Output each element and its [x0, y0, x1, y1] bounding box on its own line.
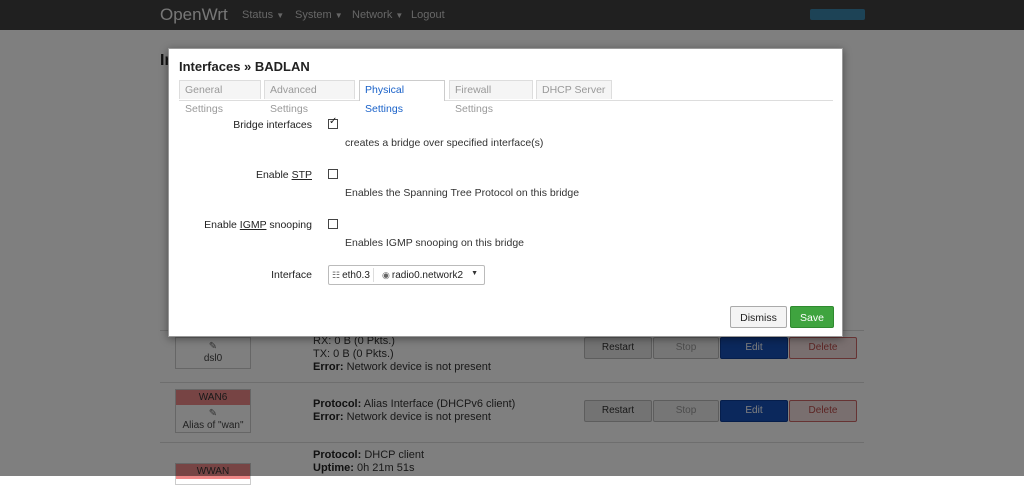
enable-igmp-description: Enables IGMP snooping on this bridge — [345, 237, 525, 249]
tab-advanced-settings[interactable]: Advanced Settings — [264, 80, 355, 115]
enable-igmp-label: Enable IGMP snooping — [204, 219, 312, 231]
ethernet-port-icon: ☷ — [332, 270, 341, 280]
dialog-title: Interfaces » BADLAN — [179, 59, 310, 74]
interface-label: Interface — [271, 269, 312, 281]
bridge-interfaces-description: creates a bridge over specified interfac… — [345, 137, 544, 149]
enable-stp-label: Enable STP — [255, 169, 312, 181]
checkmark-icon: ✓ — [329, 116, 338, 127]
tab-dhcp-server[interactable]: DHCP Server — [536, 80, 612, 99]
selected-interface-chip: ◉ radio0.network2 — [382, 270, 464, 281]
interface-edit-dialog: Interfaces » BADLAN General Settings Adv… — [168, 48, 843, 337]
interface-dropdown[interactable]: ☷ eth0.3 ◉ radio0.network2 ▼ — [328, 265, 485, 285]
tab-physical-settings[interactable]: Physical Settings — [359, 80, 445, 115]
bridge-interfaces-checkbox[interactable]: ✓ — [328, 116, 338, 129]
tab-firewall-settings[interactable]: Firewall Settings — [449, 80, 533, 115]
enable-stp-description: Enables the Spanning Tree Protocol on th… — [345, 187, 580, 199]
settings-tabs: General Settings Advanced Settings Physi… — [179, 80, 833, 115]
caret-down-icon: ▼ — [471, 270, 478, 277]
wireless-icon: ◉ — [382, 270, 390, 280]
bridge-interfaces-label: Bridge interfaces — [233, 119, 312, 131]
dismiss-button[interactable]: Dismiss — [730, 306, 787, 328]
tab-general-settings[interactable]: General Settings — [179, 80, 261, 115]
save-button[interactable]: Save — [790, 306, 834, 328]
enable-igmp-checkbox[interactable] — [328, 219, 338, 229]
enable-stp-checkbox[interactable] — [328, 169, 338, 179]
selected-interface-chip: ☷ eth0.3 — [332, 268, 374, 282]
